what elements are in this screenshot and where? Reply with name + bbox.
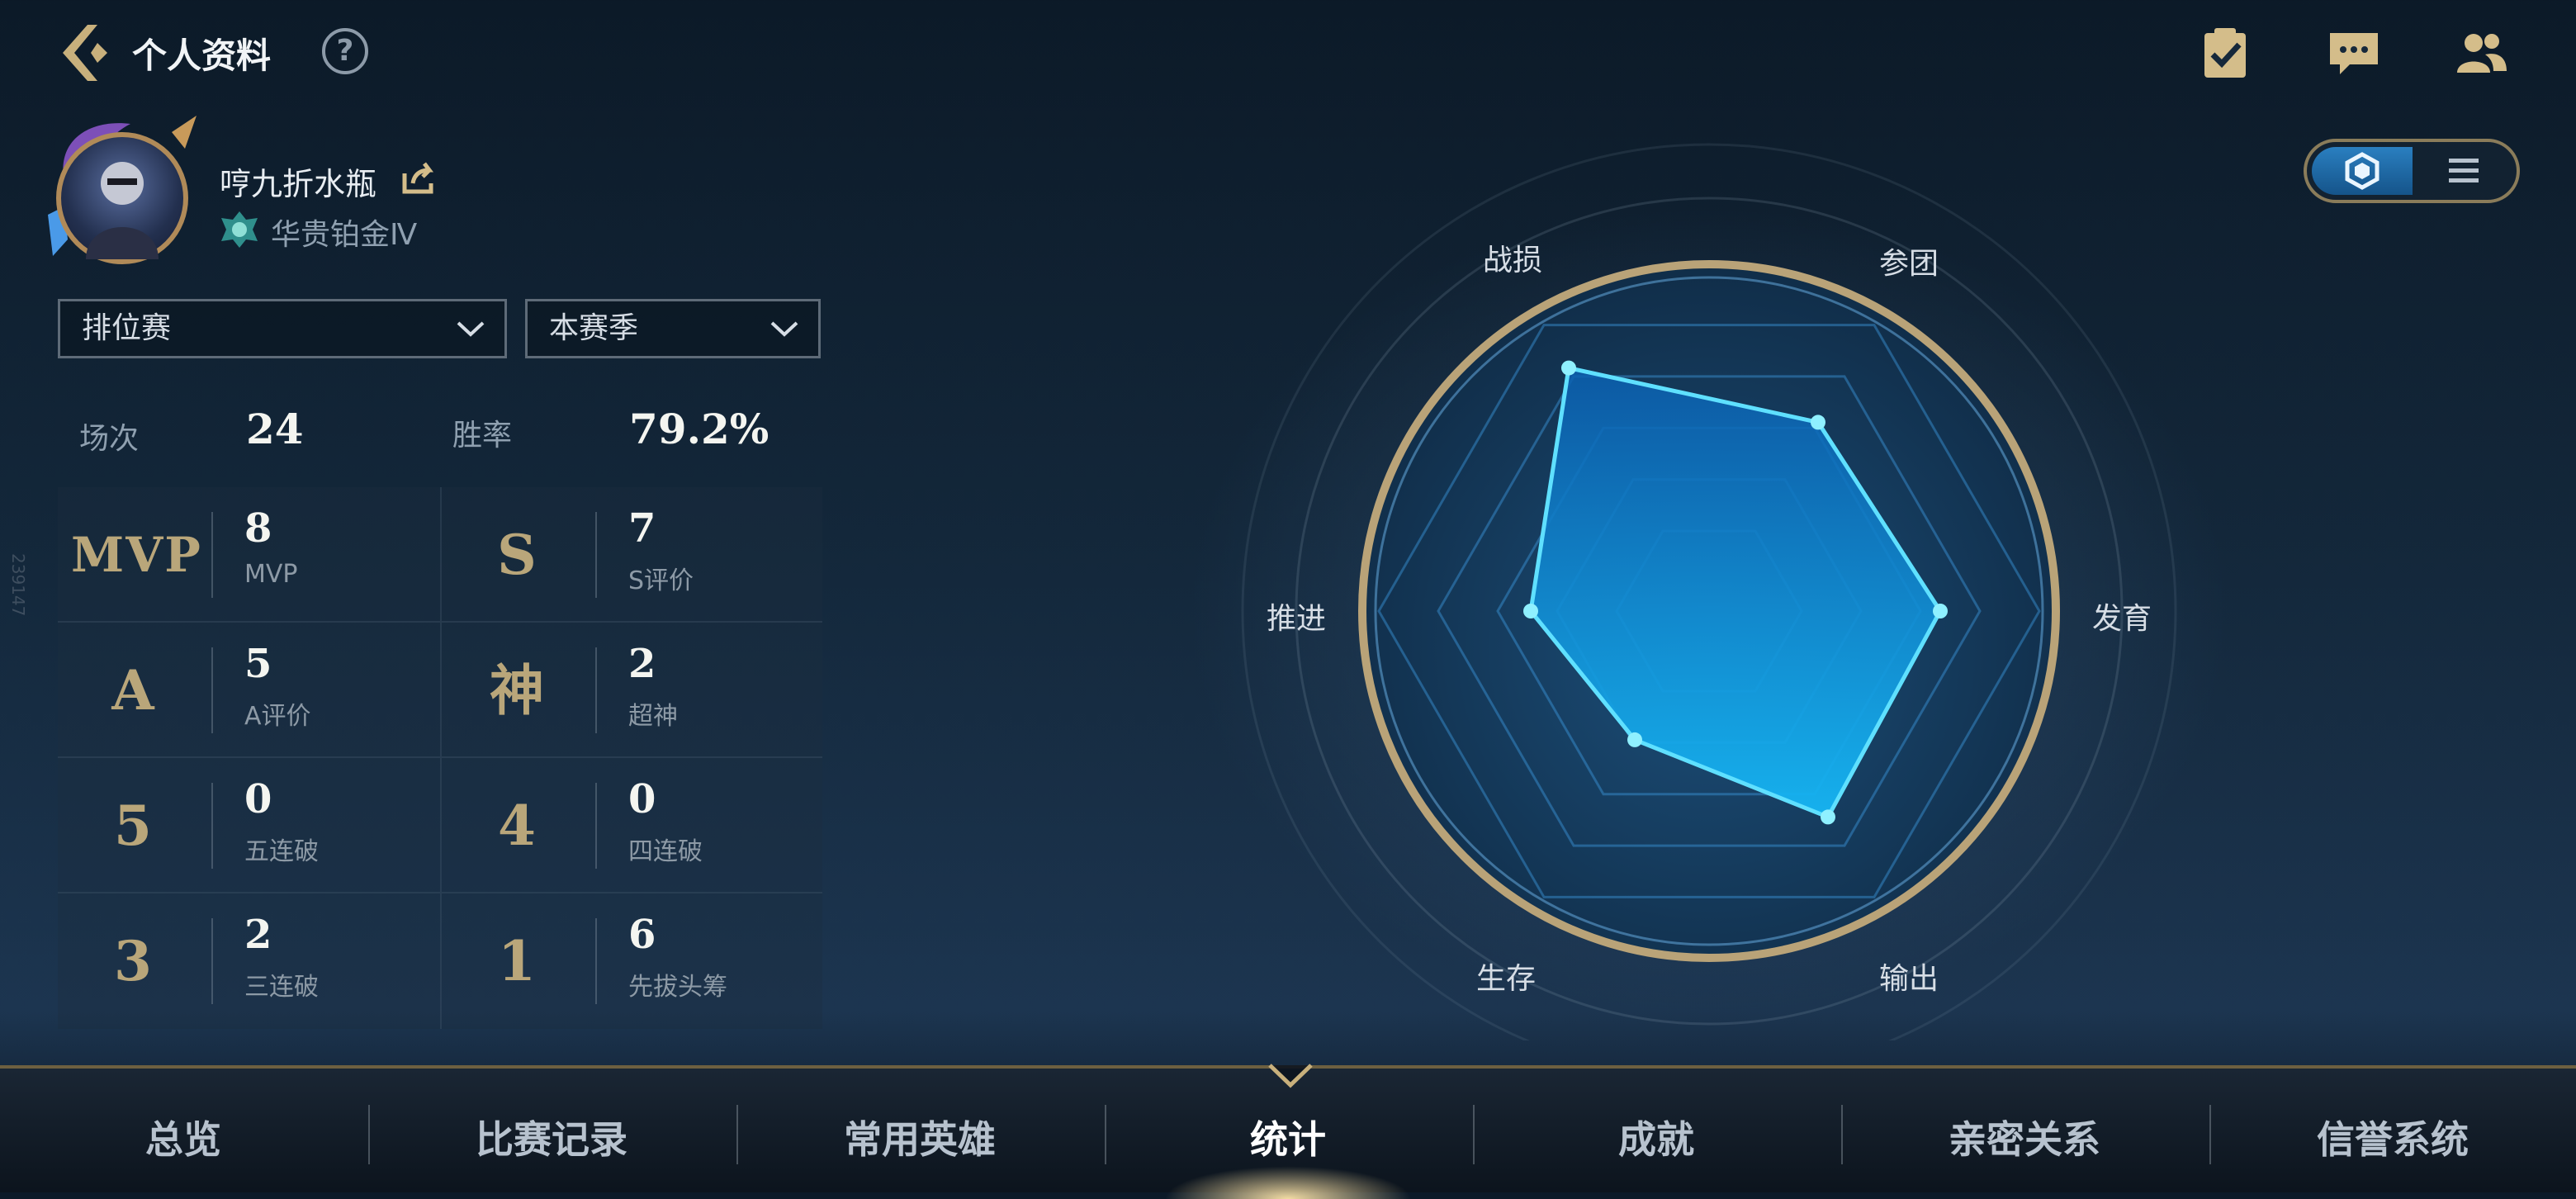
active-indicator-icon — [1268, 1064, 1313, 1088]
stat-value: 2 — [244, 912, 272, 958]
view-toggle[interactable] — [2304, 139, 2520, 203]
stat-value: 0 — [628, 776, 656, 822]
mvp-badge-icon: MVP — [71, 527, 202, 583]
radar-point-1 — [1811, 415, 1825, 430]
page-title: 个人资料 — [132, 36, 272, 76]
radar-point-3 — [1821, 809, 1835, 825]
radar-axis-label: 战损 — [1483, 244, 1543, 277]
share-icon[interactable] — [400, 160, 436, 197]
winrate-label: 胜率 — [452, 419, 513, 453]
list-view-button[interactable] — [2416, 147, 2513, 195]
stat-cell-a-rating: A 5 A评价 — [58, 623, 440, 758]
radar-axis-label: 推进 — [1267, 602, 1327, 636]
stats-grid: MVP 8 MVP S 7 S评价 A 5 A评价 神 2 超神 5 0 五连破… — [58, 487, 822, 1029]
friends-icon[interactable] — [2452, 25, 2510, 83]
tab-heroes[interactable]: 常用英雄 — [755, 1110, 1085, 1164]
stat-value: 8 — [244, 505, 272, 552]
bottom-nav: 总览 比赛记录 常用英雄 统计 成就 亲密关系 信誉系统 — [0, 1064, 2576, 1199]
stat-label: 先拔头筹 — [628, 973, 727, 1002]
mode-select[interactable]: 排位赛 — [58, 299, 507, 358]
a-rating-badge-icon: A — [111, 658, 156, 723]
stat-cell-mvp: MVP 8 MVP — [58, 487, 440, 623]
triple-badge-icon: 3 — [114, 929, 154, 993]
radar-point-2 — [1933, 604, 1948, 618]
godlike-badge-icon: 神 — [490, 658, 546, 723]
stat-value: 6 — [628, 912, 656, 958]
radar-point-0 — [1561, 360, 1576, 376]
avatar[interactable] — [40, 116, 205, 281]
stat-label: 超神 — [628, 702, 678, 731]
stat-cell-s-rating: S 7 S评价 — [440, 487, 822, 623]
mode-select-value: 排位赛 — [82, 311, 172, 345]
stat-label: 三连破 — [244, 973, 319, 1002]
back-arrow-icon[interactable] — [50, 18, 119, 88]
radar-chart — [1241, 143, 2177, 1040]
message-icon[interactable] — [2325, 25, 2383, 83]
list-icon — [2449, 159, 2479, 182]
s-rating-badge-icon: S — [497, 523, 538, 587]
tab-match-history[interactable]: 比赛记录 — [386, 1110, 717, 1164]
side-stamp: 239147 — [8, 553, 28, 617]
tab-relationships[interactable]: 亲密关系 — [1859, 1110, 2190, 1164]
radar-icon — [2345, 152, 2379, 190]
stat-label: A评价 — [244, 702, 311, 731]
tab-statistics[interactable]: 统计 — [1123, 1110, 1453, 1164]
stat-cell-godlike: 神 2 超神 — [440, 623, 822, 758]
chevron-down-icon — [457, 321, 485, 337]
radar-point-5 — [1523, 604, 1538, 618]
quadra-badge-icon: 4 — [498, 794, 537, 858]
rank-label: 华贵铂金Ⅳ — [271, 218, 418, 252]
radar-axis-label: 发育 — [2092, 602, 2152, 636]
games-value: 24 — [246, 405, 304, 453]
stat-label: MVP — [244, 560, 298, 589]
tab-achievements[interactable]: 成就 — [1491, 1110, 1821, 1164]
radar-axis-label: 生存 — [1476, 962, 1537, 996]
radar-view-button[interactable] — [2312, 147, 2413, 195]
stat-cell-penta: 5 0 五连破 — [58, 758, 440, 893]
stat-value: 0 — [244, 776, 272, 822]
season-select[interactable]: 本赛季 — [525, 299, 821, 358]
first-blood-badge-icon: 1 — [498, 929, 537, 993]
chevron-down-icon — [770, 321, 798, 337]
task-clipboard-icon[interactable] — [2196, 25, 2254, 83]
stat-label: S评价 — [628, 566, 694, 595]
help-icon[interactable]: ? — [322, 28, 368, 74]
season-select-value: 本赛季 — [549, 311, 639, 345]
stat-value: 5 — [244, 641, 272, 687]
radar-point-4 — [1627, 732, 1642, 747]
stat-label: 五连破 — [244, 837, 319, 866]
tab-credit-system[interactable]: 信誉系统 — [2228, 1110, 2558, 1164]
stat-cell-quadra: 4 0 四连破 — [440, 758, 822, 893]
radar-axis-label: 输出 — [1879, 962, 1939, 996]
stat-value: 2 — [628, 641, 656, 687]
winrate-value: 79.2% — [629, 405, 769, 453]
penta-badge-icon: 5 — [114, 794, 154, 858]
stat-value: 7 — [628, 505, 656, 552]
games-label: 场次 — [79, 422, 140, 456]
stat-label: 四连破 — [628, 837, 703, 866]
stat-cell-first-blood: 1 6 先拔头筹 — [440, 893, 822, 1029]
rank-emblem-icon — [221, 211, 258, 248]
player-nickname: 哼九折水瓶 — [220, 166, 377, 202]
radar-axis-label: 参团 — [1879, 247, 1939, 281]
stat-cell-triple: 3 2 三连破 — [58, 893, 440, 1029]
tab-overview[interactable]: 总览 — [18, 1110, 348, 1164]
